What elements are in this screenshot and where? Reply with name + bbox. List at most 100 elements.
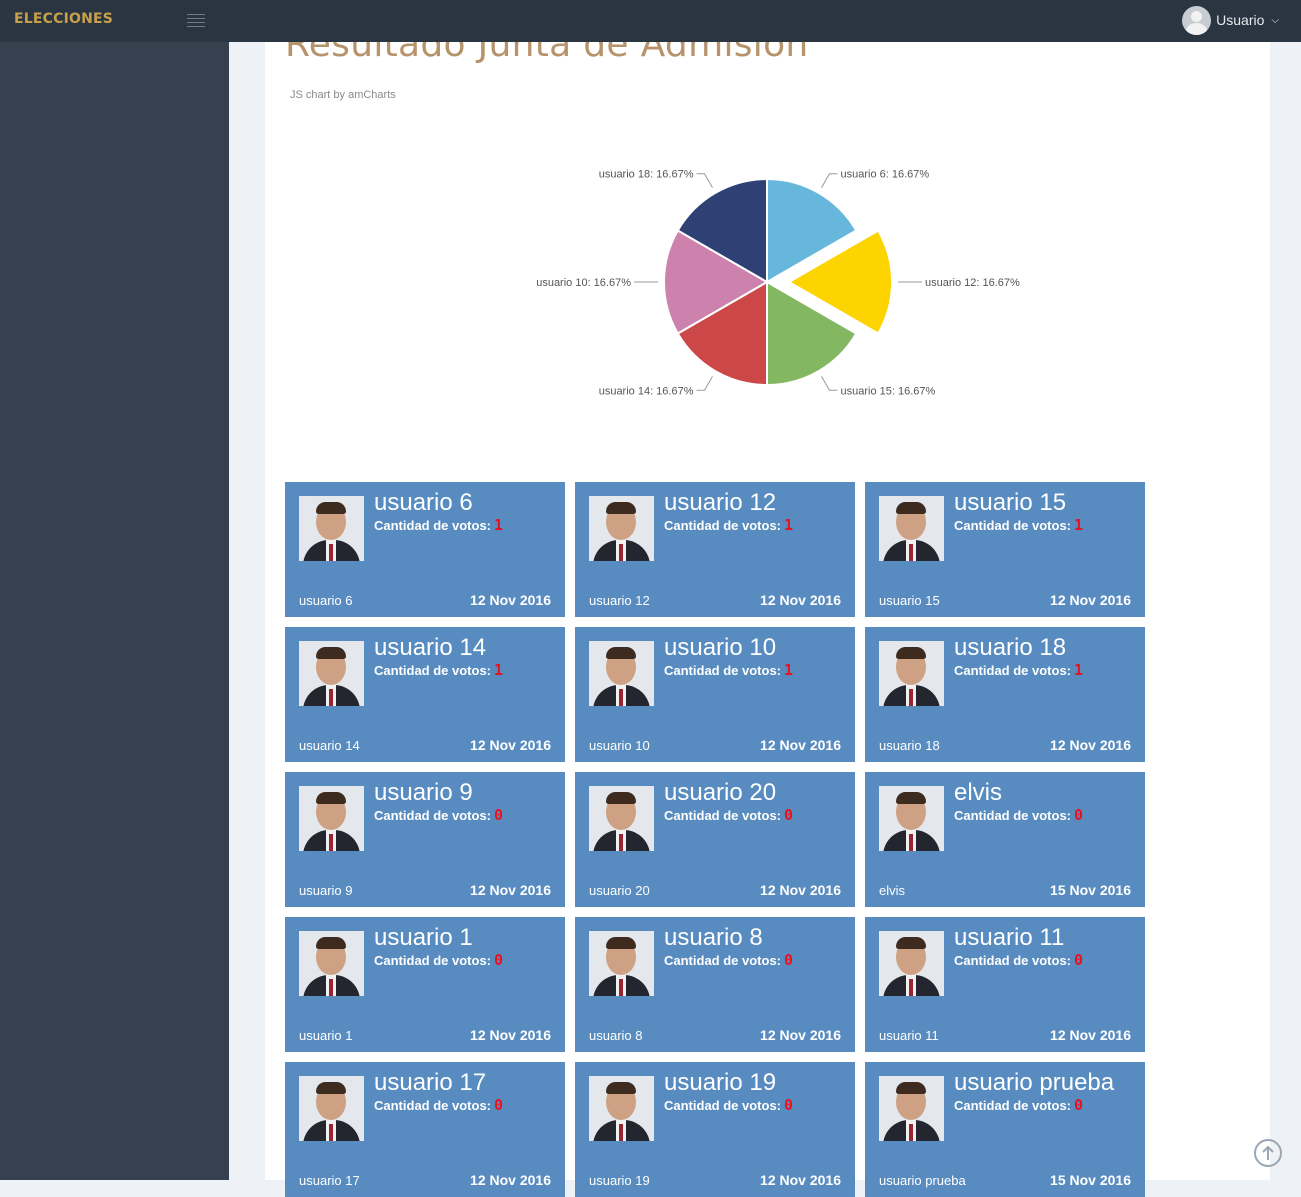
candidate-date: 12 Nov 2016 (1050, 737, 1131, 753)
candidate-card[interactable]: usuario 6 Cantidad de votos: 1 usuario 6 12 … (285, 482, 565, 617)
candidate-card[interactable]: usuario 17 Cantidad de votos: 0 usuario 17 1… (285, 1062, 565, 1197)
candidate-name: usuario 10 (664, 634, 777, 661)
pie-slice-label: usuario 10: 16.67% (536, 277, 631, 289)
avatar (1182, 5, 1212, 35)
user-name: Usuario (1216, 12, 1265, 28)
candidate-username: usuario prueba (879, 1173, 966, 1188)
pie-slice-label: usuario 18: 16.67% (599, 169, 694, 181)
vote-count: 0 (494, 1096, 504, 1114)
vote-label: Cantidad de votos: 0 (954, 951, 1084, 969)
candidate-username: usuario 17 (299, 1173, 360, 1188)
candidate-name: usuario 17 (374, 1069, 487, 1096)
candidate-photo (589, 786, 654, 851)
candidate-photo (299, 931, 364, 996)
candidate-name: usuario 11 (954, 924, 1065, 951)
vote-count: 0 (1074, 951, 1084, 969)
pie-slice-label: usuario 6: 16.67% (841, 169, 930, 181)
vote-label: Cantidad de votos: 1 (664, 516, 794, 534)
user-menu[interactable]: Usuario ⌵ (1182, 5, 1279, 35)
candidate-date: 12 Nov 2016 (1050, 1027, 1131, 1043)
vote-count: 0 (784, 951, 794, 969)
candidate-card[interactable]: usuario 11 Cantidad de votos: 0 usuario 11 1… (865, 917, 1145, 1052)
candidate-name: elvis (954, 779, 1003, 806)
pie-label-line (821, 376, 838, 391)
pie-slice-label: usuario 14: 16.67% (599, 385, 694, 397)
vote-label: Cantidad de votos: 0 (954, 1096, 1084, 1114)
candidate-date: 12 Nov 2016 (760, 592, 841, 608)
candidate-photo (589, 931, 654, 996)
vote-count: 0 (494, 951, 504, 969)
candidate-card[interactable]: usuario 10 Cantidad de votos: 1 usuario 10 1… (575, 627, 855, 762)
candidate-username: usuario 12 (589, 593, 650, 608)
candidate-photo (299, 786, 364, 851)
candidate-username: usuario 6 (299, 593, 353, 608)
candidate-name: usuario 15 (954, 489, 1067, 516)
candidate-username: usuario 18 (879, 738, 940, 753)
candidate-username: usuario 15 (879, 593, 940, 608)
vote-label: Cantidad de votos: 0 (374, 1096, 504, 1114)
candidate-card[interactable]: usuario 20 Cantidad de votos: 0 usuario 20 1… (575, 772, 855, 907)
candidate-date: 12 Nov 2016 (470, 882, 551, 898)
menu-toggle-icon[interactable] (187, 14, 205, 28)
candidate-date: 12 Nov 2016 (470, 592, 551, 608)
candidate-date: 12 Nov 2016 (760, 1172, 841, 1188)
candidate-username: usuario 11 (879, 1028, 939, 1043)
vote-label: Cantidad de votos: 0 (664, 1096, 794, 1114)
candidate-card[interactable]: usuario 12 Cantidad de votos: 1 usuario 12 1… (575, 482, 855, 617)
candidate-card[interactable]: elvis Cantidad de votos: 0 elvis 15 Nov 2016 (865, 772, 1145, 907)
candidate-card[interactable]: usuario 9 Cantidad de votos: 0 usuario 9 12 … (285, 772, 565, 907)
candidate-username: usuario 10 (589, 738, 650, 753)
candidate-username: elvis (879, 883, 906, 898)
candidate-date: 12 Nov 2016 (470, 737, 551, 753)
vote-count: 0 (784, 806, 794, 824)
candidate-date: 12 Nov 2016 (760, 1027, 841, 1043)
candidate-username: usuario 20 (589, 883, 650, 898)
candidate-date: 12 Nov 2016 (760, 882, 841, 898)
vote-label: Cantidad de votos: 0 (954, 806, 1084, 824)
arrow-up-icon (1262, 1145, 1274, 1160)
candidate-photo (879, 496, 944, 561)
pie-slice-label: usuario 15: 16.67% (841, 385, 936, 397)
candidate-photo (589, 1076, 654, 1141)
candidate-photo (299, 496, 364, 561)
candidate-card[interactable]: usuario prueba Cantidad de votos: 0 usuario… (865, 1062, 1145, 1197)
vote-label: Cantidad de votos: 1 (374, 661, 504, 679)
candidate-date: 12 Nov 2016 (470, 1172, 551, 1188)
vote-count: 1 (494, 516, 504, 534)
vote-count: 1 (784, 661, 794, 679)
candidate-photo (879, 931, 944, 996)
candidate-date: 15 Nov 2016 (1050, 882, 1131, 898)
candidate-name: usuario 8 (664, 924, 763, 951)
pie-label-line (821, 173, 838, 188)
candidate-photo (879, 1076, 944, 1141)
vote-count: 1 (494, 661, 504, 679)
candidate-name: usuario prueba (954, 1069, 1115, 1096)
pie-chart: usuario 6: 16.67% usuario 12: 16.67% usuar… (536, 169, 1020, 398)
chart-credit-link[interactable]: JS chart by amCharts (290, 89, 396, 101)
vote-label: Cantidad de votos: 0 (664, 951, 794, 969)
scroll-to-top-button[interactable] (1254, 1139, 1282, 1167)
candidate-name: usuario 6 (374, 489, 473, 516)
vote-count: 1 (1074, 516, 1084, 534)
candidate-photo (879, 641, 944, 706)
candidate-name: usuario 12 (664, 489, 777, 516)
candidate-card[interactable]: usuario 19 Cantidad de votos: 0 usuario 19 1… (575, 1062, 855, 1197)
candidate-card[interactable]: usuario 8 Cantidad de votos: 0 usuario 8 12 … (575, 917, 855, 1052)
candidate-date: 12 Nov 2016 (470, 1027, 551, 1043)
sidebar (0, 42, 229, 1180)
candidate-card[interactable]: usuario 18 Cantidad de votos: 1 usuario 18 1… (865, 627, 1145, 762)
candidate-name: usuario 18 (954, 634, 1067, 661)
candidate-date: 15 Nov 2016 (1050, 1172, 1131, 1188)
candidate-name: usuario 1 (374, 924, 473, 951)
candidate-name: usuario 9 (374, 779, 473, 806)
candidate-photo (299, 1076, 364, 1141)
vote-label: Cantidad de votos: 0 (664, 806, 794, 824)
brand-logo[interactable]: ELECCIONES (14, 11, 113, 27)
vote-label: Cantidad de votos: 1 (954, 661, 1084, 679)
candidate-date: 12 Nov 2016 (760, 737, 841, 753)
vote-count: 0 (494, 806, 504, 824)
candidate-card[interactable]: usuario 1 Cantidad de votos: 0 usuario 1 12 … (285, 917, 565, 1052)
pie-label-line (696, 376, 713, 391)
candidate-card[interactable]: usuario 15 Cantidad de votos: 1 usuario 15 1… (865, 482, 1145, 617)
candidate-card[interactable]: usuario 14 Cantidad de votos: 1 usuario 14 1… (285, 627, 565, 762)
